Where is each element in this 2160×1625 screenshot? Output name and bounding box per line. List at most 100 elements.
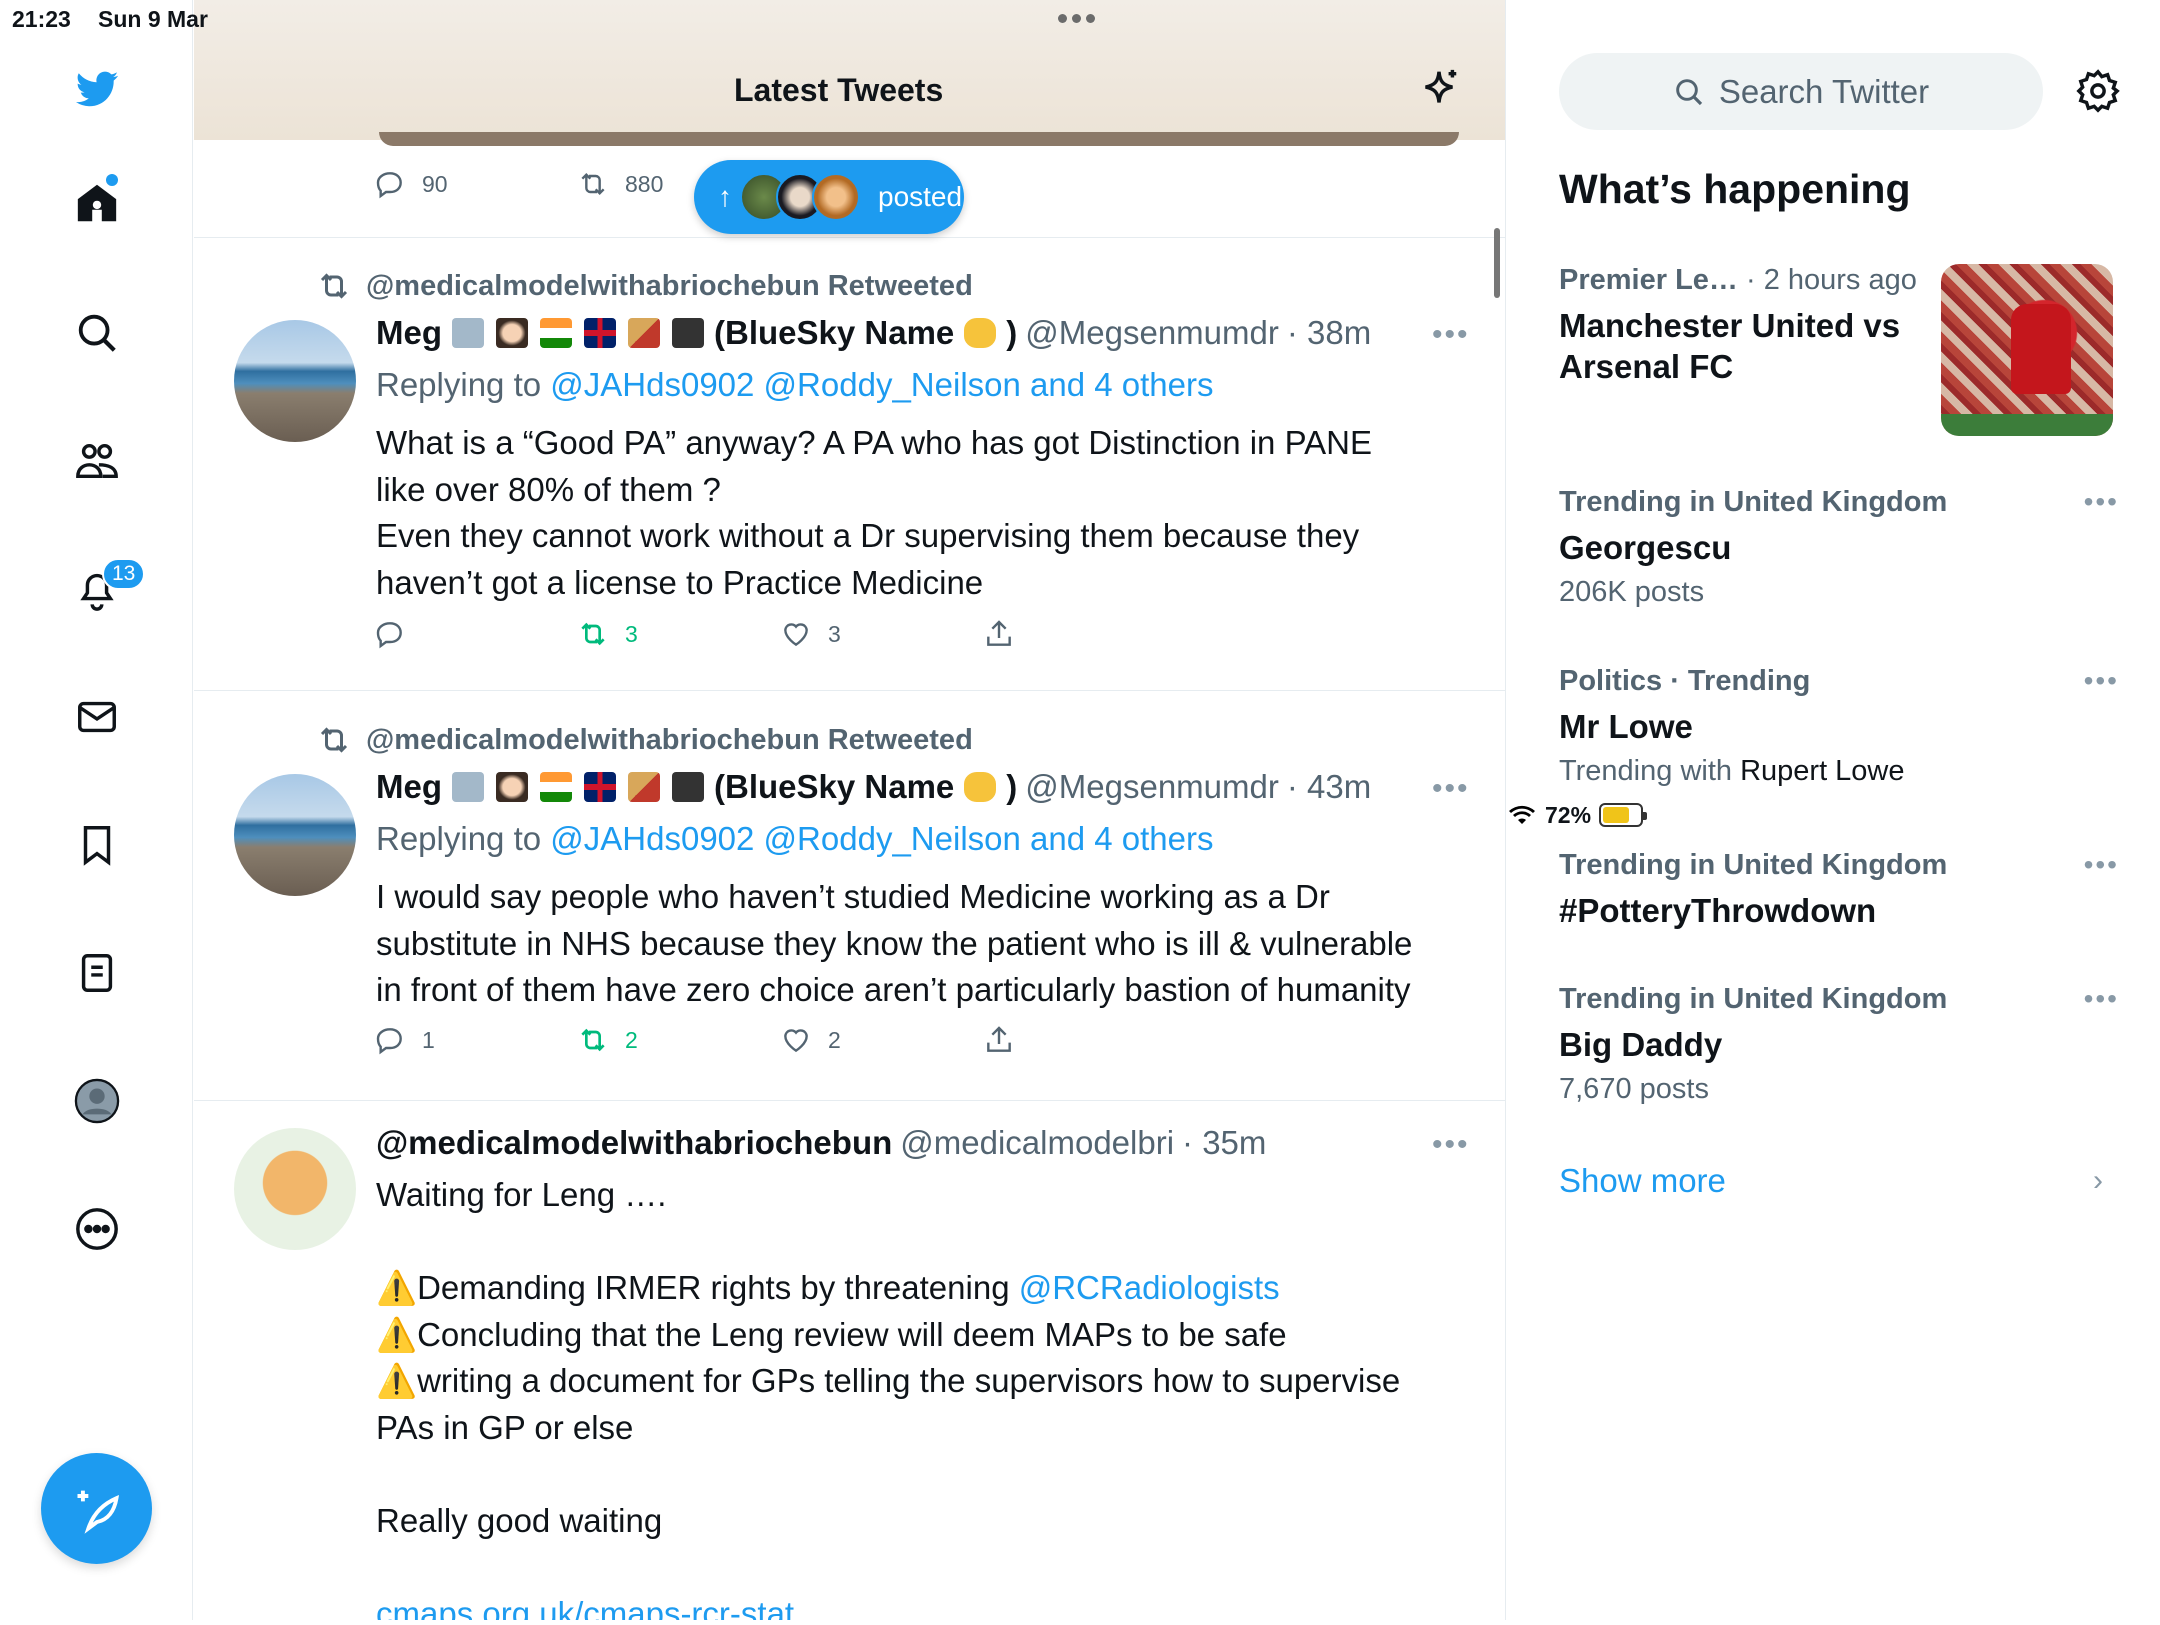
share-icon bbox=[987, 620, 1011, 646]
new-posts-label: posted bbox=[878, 181, 963, 212]
share-icon bbox=[987, 1026, 1011, 1052]
divider bbox=[194, 237, 1505, 238]
india-flag-icon bbox=[540, 318, 572, 348]
profile-avatar-icon[interactable] bbox=[64, 1068, 130, 1134]
reply-count: 1 bbox=[422, 1026, 435, 1053]
camera-icon bbox=[672, 772, 704, 802]
twitter-logo-icon[interactable] bbox=[64, 56, 130, 122]
tweet-time: · 43m bbox=[1286, 768, 1372, 805]
replying-to: Replying to @JAHds0902 @Roddy_Neilson an… bbox=[376, 366, 1214, 404]
retweet-button[interactable]: 3 bbox=[577, 618, 780, 650]
more-options-icon[interactable] bbox=[64, 1196, 130, 1262]
retweet-button[interactable]: 2 bbox=[577, 1024, 780, 1056]
retweet-icon bbox=[581, 1028, 605, 1052]
avatar[interactable] bbox=[234, 1128, 356, 1250]
retweet-icon bbox=[581, 172, 605, 196]
retweet-count: 880 bbox=[625, 170, 664, 197]
reply-count: 90 bbox=[422, 170, 448, 197]
messages-envelope-icon[interactable] bbox=[64, 684, 130, 750]
bookmark-icon[interactable] bbox=[64, 812, 130, 878]
tweet-author-row: Meg (BlueSky Name ) @Megsenmumdr · 38m bbox=[376, 314, 1371, 352]
avatar[interactable] bbox=[234, 320, 356, 442]
search-icon[interactable] bbox=[64, 300, 130, 366]
family-emoji-icon bbox=[452, 772, 484, 802]
sparkle-icon[interactable] bbox=[1416, 66, 1462, 112]
new-posts-pill[interactable]: ↑ posted bbox=[694, 160, 964, 234]
tweet-line: like over 80% of them ? bbox=[376, 470, 721, 508]
uk-flag-icon bbox=[584, 318, 616, 348]
reply-button[interactable] bbox=[374, 618, 577, 650]
reply-button[interactable]: 1 bbox=[374, 1024, 577, 1056]
heart-icon bbox=[784, 623, 808, 647]
home-unread-dot bbox=[106, 174, 118, 186]
avatar[interactable] bbox=[234, 774, 356, 896]
camera-icon bbox=[672, 318, 704, 348]
reply-button[interactable]: 90 bbox=[374, 168, 577, 200]
lists-icon[interactable] bbox=[64, 940, 130, 1006]
tweet-more-icon[interactable]: ••• bbox=[1432, 318, 1470, 352]
author-handle[interactable]: @medicalmodelbri bbox=[900, 1124, 1174, 1162]
compose-tweet-button[interactable] bbox=[41, 1453, 152, 1564]
tweet-more-icon[interactable]: ••• bbox=[1432, 772, 1470, 806]
author-name-suffix: (BlueSky Name bbox=[714, 768, 955, 805]
mention-link[interactable]: @RCRadiologists bbox=[1019, 1269, 1280, 1306]
like-count: 2 bbox=[828, 1026, 841, 1053]
multitasking-dots[interactable] bbox=[1058, 14, 1095, 23]
reply-icon bbox=[376, 622, 402, 649]
author-name[interactable]: Meg bbox=[376, 314, 442, 352]
tweet-line: ⚠️writing a document for GPs telling the… bbox=[376, 1358, 1486, 1405]
share-button[interactable] bbox=[983, 1024, 1186, 1056]
like-button[interactable]: 2 bbox=[780, 1024, 983, 1056]
retweet-context: @medicalmodelwithabriochebun Retweeted bbox=[316, 722, 973, 758]
tweet-link[interactable]: cmaps.org.uk/cmaps-rcr-stat… bbox=[376, 1591, 1486, 1621]
retweet-icon bbox=[581, 622, 605, 646]
tweet-more-icon[interactable]: ••• bbox=[1432, 1128, 1470, 1162]
family-emoji-icon bbox=[452, 318, 484, 348]
status-bar: 21:23 Sun 9 Mar 72% bbox=[0, 0, 2160, 828]
arrow-up-icon: ↑ bbox=[718, 181, 732, 212]
replying-mentions[interactable]: @JAHds0902 @Roddy_Neilson and 4 others bbox=[550, 366, 1213, 403]
retweet-context: @medicalmodelwithabriochebun Retweeted bbox=[316, 268, 973, 304]
author-handle[interactable]: @Megsenmumdr bbox=[1025, 314, 1279, 352]
author-name[interactable]: Meg bbox=[376, 768, 442, 806]
india-flag-icon bbox=[540, 772, 572, 802]
tweet-line: haven’t got a license to Practice Medici… bbox=[376, 563, 984, 601]
like-count: 3 bbox=[828, 620, 841, 647]
home-icon[interactable] bbox=[64, 170, 130, 236]
tweet-line-text: writing a document for GPs telling the s… bbox=[417, 1362, 1401, 1399]
notifications-badge: 13 bbox=[102, 558, 146, 590]
retweet-count: 3 bbox=[625, 620, 638, 647]
replying-to: Replying to @JAHds0902 @Roddy_Neilson an… bbox=[376, 820, 1214, 858]
communities-icon[interactable] bbox=[64, 428, 130, 494]
tweet-line: I would say people who haven’t studied M… bbox=[376, 878, 1330, 915]
pointing-down-emoji-icon bbox=[964, 772, 997, 802]
compose-feather-icon bbox=[77, 1490, 119, 1534]
heart-icon bbox=[784, 1029, 808, 1053]
tweet-line-text: Demanding IRMER rights by threatening bbox=[417, 1269, 1019, 1306]
tweet-line: substitute in NHS because they know the … bbox=[376, 924, 1413, 962]
replying-mentions[interactable]: @JAHds0902 @Roddy_Neilson and 4 others bbox=[550, 820, 1213, 857]
tweet-author-row: Meg (BlueSky Name ) @Megsenmumdr · 43m bbox=[376, 768, 1371, 806]
tweet-text: Waiting for Leng …. ⚠️Demanding IRMER ri… bbox=[376, 1172, 1486, 1620]
status-time: 21:23 bbox=[12, 6, 71, 32]
share-button[interactable] bbox=[983, 618, 1186, 650]
tweet-line: What is a “Good PA” anyway? A PA who has… bbox=[376, 424, 1372, 461]
poster-avatar-3 bbox=[812, 173, 860, 221]
scrollbar-thumb[interactable] bbox=[1494, 228, 1500, 298]
page-title: Latest Tweets bbox=[734, 72, 944, 108]
tweet-time: · 35m bbox=[1182, 1124, 1267, 1161]
author-name-close: ) bbox=[1006, 768, 1018, 805]
like-button[interactable]: 3 bbox=[780, 618, 983, 650]
tweet-line: ⚠️Demanding IRMER rights by threatening … bbox=[376, 1265, 1486, 1312]
author-name[interactable]: @medicalmodelwithabriochebun bbox=[376, 1124, 892, 1162]
timeline-column[interactable]: Latest Tweets 90 880 ↑ posted @medicalmo… bbox=[194, 0, 1506, 1620]
divider bbox=[194, 1100, 1505, 1101]
status-date: Sun 9 Mar bbox=[98, 6, 208, 32]
cricket-icon bbox=[628, 318, 660, 348]
battery-icon bbox=[1599, 803, 1648, 827]
author-handle[interactable]: @Megsenmumdr bbox=[1025, 768, 1279, 806]
tweet-actions: 1 2 2 bbox=[374, 1024, 1186, 1056]
reply-icon bbox=[376, 1028, 402, 1055]
retweeted-by-text: @medicalmodelwithabriochebun Retweeted bbox=[366, 723, 973, 756]
wifi-icon bbox=[1509, 805, 1535, 824]
